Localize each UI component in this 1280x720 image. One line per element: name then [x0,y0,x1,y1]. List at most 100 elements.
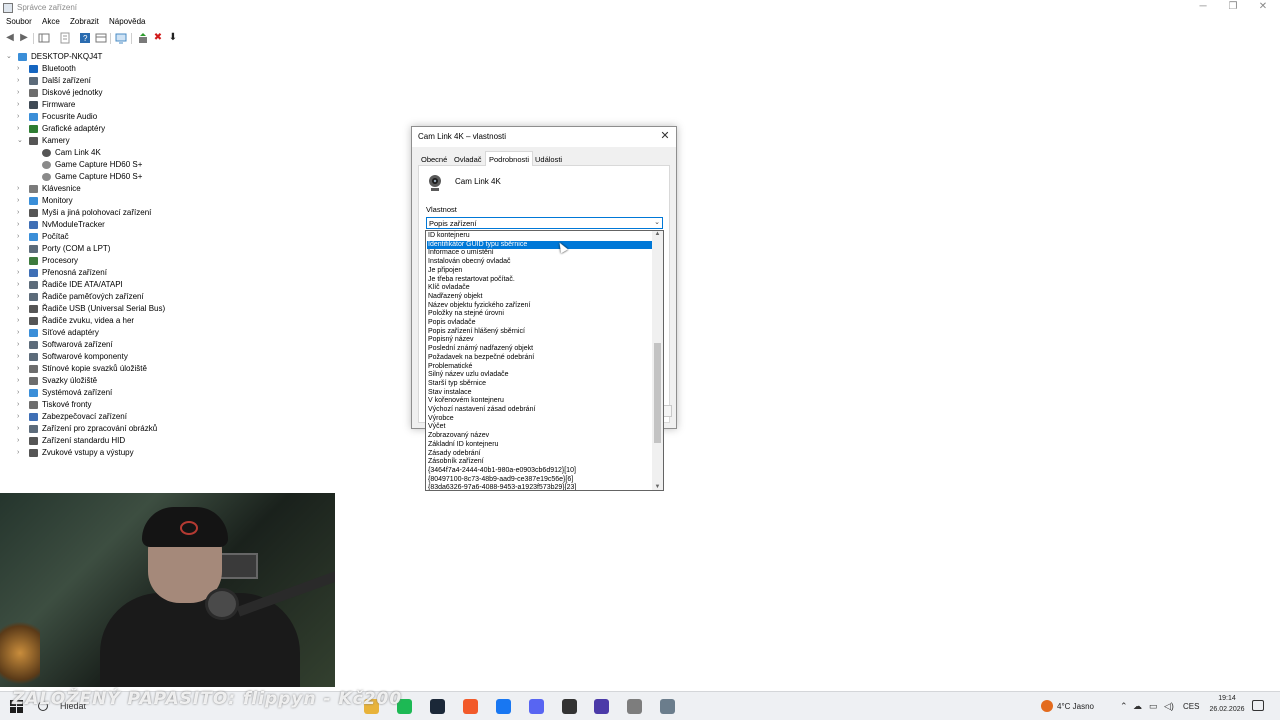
update-driver-icon[interactable] [137,32,149,44]
chevron-right-icon[interactable]: › [17,195,27,207]
dropdown-option[interactable]: Informace o umístění [427,249,652,258]
menu-zobrazit[interactable]: Zobrazit [70,17,99,26]
chevron-right-icon[interactable]: › [17,375,27,387]
chevron-right-icon[interactable]: › [17,255,27,267]
maximize-button[interactable]: ❐ [1218,0,1248,14]
tab-ovladac[interactable]: Ovladač [451,153,485,166]
chevron-right-icon[interactable]: › [17,447,27,459]
properties-icon[interactable] [59,32,71,44]
dropdown-option[interactable]: Zobrazovaný název [427,432,652,441]
chevron-right-icon[interactable]: › [17,75,27,87]
dropdown-option[interactable]: ID kontejneru [427,232,652,241]
scan-hardware-icon[interactable] [115,32,127,44]
dropdown-option[interactable]: Položky na stejné úrovni [427,310,652,319]
dropdown-scrollbar[interactable]: ▲ ▼ [652,231,663,490]
dropdown-option[interactable]: Zásobník zařízení [427,458,652,467]
forward-icon[interactable]: ▶ [18,32,30,44]
chevron-right-icon[interactable]: › [17,399,27,411]
language-indicator[interactable]: CES [1183,702,1199,711]
chevron-right-icon[interactable]: › [17,243,27,255]
uninstall-icon[interactable]: ✖ [152,32,164,44]
notifications-icon[interactable] [1252,700,1264,711]
dropdown-option[interactable]: Starší typ sběrnice [427,380,652,389]
minimize-button[interactable]: ─ [1188,0,1218,14]
dropdown-option[interactable]: Popis ovladače [427,319,652,328]
dropdown-option[interactable]: {3464f7a4-2444-40b1-980a-e0903cb6d912}[1… [427,467,652,476]
chevron-right-icon[interactable]: › [17,63,27,75]
help-icon[interactable]: ? [79,32,91,44]
chevron-right-icon[interactable]: › [17,219,27,231]
messenger-icon[interactable] [496,699,511,714]
chevron-right-icon[interactable]: › [17,339,27,351]
brave-icon[interactable] [463,699,478,714]
chevron-right-icon[interactable]: › [17,303,27,315]
chevron-right-icon[interactable]: › [17,123,27,135]
dropdown-option[interactable]: Identifikátor GUID typu sběrnice [427,240,652,250]
dropdown-option[interactable]: {83da6326-97a6-4088-9453-a1923f573b29}[2… [427,484,652,490]
chevron-right-icon[interactable]: › [17,291,27,303]
obs-icon[interactable] [594,699,609,714]
chevron-right-icon[interactable]: › [17,411,27,423]
dropdown-option[interactable]: Výrobce [427,415,652,424]
tab-podrobnosti[interactable]: Podrobnosti [485,151,534,166]
view-icon[interactable] [95,32,107,44]
tab-obecne[interactable]: Obecné [418,153,450,166]
dropdown-option[interactable]: V kořenovém kontejneru [427,397,652,406]
device-manager-icon[interactable] [660,699,675,714]
dropdown-option[interactable]: Zásady odebrání [427,450,652,459]
property-select[interactable]: Popis zařízení ⌄ [426,217,663,229]
scroll-up-icon[interactable]: ▲ [653,231,662,237]
dropdown-option[interactable]: Silný název uzlu ovladače [427,371,652,380]
clock-time[interactable]: 19:14 [1212,695,1242,702]
close-button[interactable]: ✕ [1248,0,1278,14]
dropdown-option[interactable]: Popisný název [427,336,652,345]
dropdown-option[interactable]: Požadavek na bezpečné odebrání [427,354,652,363]
dropdown-option[interactable]: Základní ID kontejneru [427,441,652,450]
document-icon[interactable] [627,699,642,714]
chevron-right-icon[interactable]: › [17,87,27,99]
back-icon[interactable]: ◀ [4,32,16,44]
tray-overflow-icon[interactable]: ⌃ [1120,701,1128,712]
dropdown-option[interactable]: Popis zařízení hlášený sběrnicí [427,328,652,337]
dropdown-option[interactable]: Nadřazený objekt [427,293,652,302]
chevron-right-icon[interactable]: › [17,315,27,327]
dropdown-option[interactable]: Je třeba restartovat počítač. [427,276,652,285]
chevron-right-icon[interactable]: › [17,279,27,291]
steam-icon[interactable] [430,699,445,714]
property-dropdown-list[interactable]: {83da6326-97a6-4088-9453-a1923f573b29}[2… [425,230,664,491]
chevron-down-icon[interactable]: ⌄ [6,51,16,63]
dropdown-option[interactable]: {80497100-8c73-48b9-aad9-ce387e19c56e}[6… [427,476,652,485]
chevron-right-icon[interactable]: › [17,363,27,375]
volume-icon[interactable]: ◁) [1164,701,1174,712]
chevron-right-icon[interactable]: › [17,183,27,195]
dropdown-option[interactable]: Název objektu fyzického zařízení [427,302,652,311]
weather-text[interactable]: 4°C Jasno [1057,702,1094,711]
dropdown-option[interactable]: Výchozí nastavení zásad odebrání [427,406,652,415]
chevron-right-icon[interactable]: › [17,351,27,363]
onedrive-icon[interactable]: ☁ [1133,701,1142,712]
scroll-down-icon[interactable]: ▼ [653,484,662,490]
tab-udalosti[interactable]: Události [532,153,565,166]
dropdown-option[interactable]: Instalován obecný ovladač [427,258,652,267]
clock-date[interactable]: 26.02.2026 [1203,706,1251,713]
chevron-right-icon[interactable]: › [17,327,27,339]
disable-device-icon[interactable]: ⬇ [167,32,179,44]
scrollbar-thumb[interactable] [654,343,661,443]
chevron-right-icon[interactable]: › [17,111,27,123]
app-icon[interactable] [562,699,577,714]
discord-icon[interactable] [529,699,544,714]
menu-napoveda[interactable]: Nápověda [109,17,145,26]
chevron-right-icon[interactable]: › [17,435,27,447]
dropdown-option[interactable]: Je připojen [427,267,652,276]
chevron-right-icon[interactable]: › [17,99,27,111]
menu-akce[interactable]: Akce [42,17,60,26]
dropdown-option[interactable]: Výčet [427,423,652,432]
chevron-right-icon[interactable]: › [17,267,27,279]
menu-soubor[interactable]: Soubor [6,17,32,26]
dialog-close-button[interactable]: ✕ [658,129,672,143]
chevron-right-icon[interactable]: › [17,231,27,243]
chevron-right-icon[interactable]: › [17,207,27,219]
show-hide-console-tree-icon[interactable] [38,32,50,44]
chevron-down-icon[interactable]: ⌄ [17,135,27,147]
dropdown-option[interactable]: Poslední známý nadřazený objekt [427,345,652,354]
